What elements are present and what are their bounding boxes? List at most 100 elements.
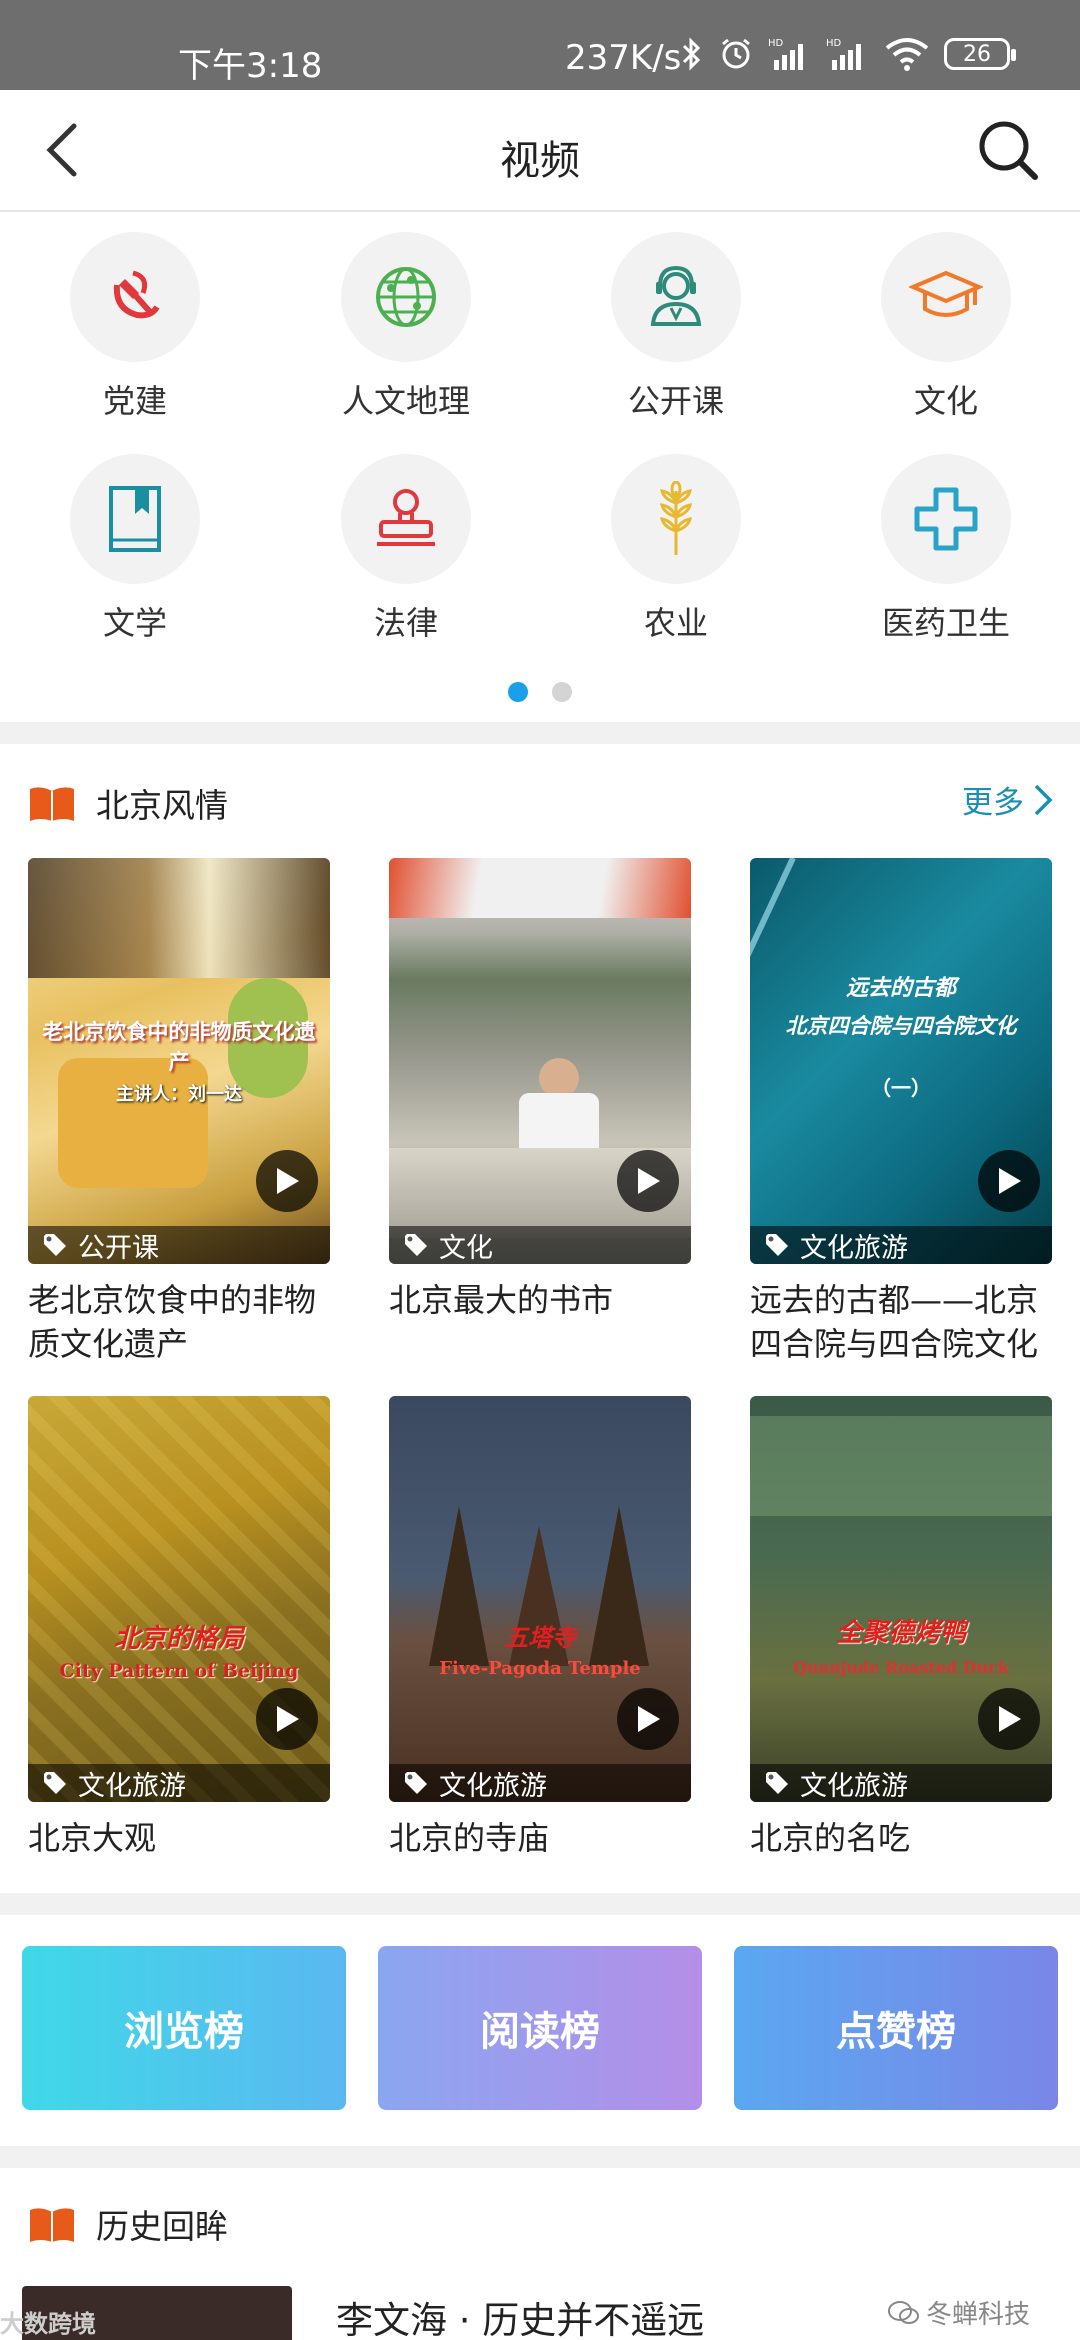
category-gongkaike[interactable]: 公开课 [576, 232, 776, 422]
svg-text:HD: HD [768, 38, 784, 49]
section-title: 北京风情 [96, 786, 228, 825]
bluetooth-icon [682, 37, 701, 71]
battery-indicator: 26 [944, 38, 1016, 70]
category-icon-bg [70, 454, 200, 584]
status-time: 下午3:18 [178, 46, 323, 86]
book-icon [30, 2208, 74, 2242]
tag-label: 文化旅游 [800, 1770, 908, 1802]
video-thumbnail[interactable]: 全聚德烤鸭 Quanjude Roasted Duck 文化旅游 [750, 1396, 1052, 1802]
video-title[interactable]: 北京的名吃 [750, 1816, 1052, 1860]
graduation-cap-icon [909, 270, 983, 317]
bookmark-book-icon [109, 486, 161, 552]
pager-dot-1[interactable] [508, 682, 528, 702]
globe-icon [376, 267, 436, 327]
pager-dots [0, 682, 1080, 702]
video-thumbnail[interactable]: 远去的古都 北京四合院与四合院文化 （一） 文化旅游 [750, 858, 1052, 1264]
category-label: 文化 [913, 382, 978, 420]
play-button[interactable] [617, 1688, 679, 1750]
thumb-caption-2: Five-Pagoda Temple [439, 1658, 641, 1679]
tag-bar: 文化旅游 [750, 1226, 1052, 1264]
category-label: 党建 [102, 382, 167, 420]
video-title[interactable]: 北京最大的书市 [389, 1278, 691, 1322]
stamp-icon [377, 489, 435, 546]
signal-hd-icon-2: HD [826, 38, 861, 70]
video-title[interactable]: 老北京饮食中的非物质文化遗产 [28, 1278, 330, 1366]
category-wenhua[interactable]: 文化 [846, 232, 1046, 422]
wifi-icon [885, 38, 929, 71]
video-thumbnail[interactable]: 老北京饮食中的非物质文化遗产 主讲人：刘一达 公开课 [28, 858, 330, 1264]
video-card[interactable]: 全聚德烤鸭 Quanjude Roasted Duck 文化旅游 北京的名吃 [750, 1396, 1052, 1860]
thumb-caption: 远去的古都 [845, 975, 956, 1001]
book-icon [30, 787, 74, 821]
thumb-caption-2: City Pattern of Beijing [59, 1660, 299, 1682]
video-title[interactable]: 北京的寺庙 [389, 1816, 691, 1860]
play-button[interactable] [256, 1150, 318, 1212]
video-card[interactable]: 北京的格局 City Pattern of Beijing 文化旅游 北京大观 [28, 1396, 330, 1860]
category-renwendili[interactable]: 人文地理 [306, 232, 506, 422]
hammer-sickle-icon [113, 270, 160, 319]
video-card[interactable]: 五塔寺 Five-Pagoda Temple 文化旅游 北京的寺庙 [389, 1396, 691, 1860]
tag-icon [405, 1772, 427, 1794]
category-icon-bg [611, 454, 741, 584]
battery-level: 26 [963, 41, 991, 67]
watermark-right-text: 冬蝉科技 [926, 2300, 1031, 2330]
category-icon-bg [341, 454, 471, 584]
play-button[interactable] [978, 1150, 1040, 1212]
rank-label: 点赞榜 [836, 2009, 956, 2055]
video-card[interactable]: 文化 北京最大的书市 [389, 858, 691, 1322]
play-icon [277, 1168, 299, 1194]
video-title[interactable]: 远去的古都——北京四合院与四合院文化 [750, 1278, 1052, 1366]
pager-dot-2[interactable] [552, 682, 572, 702]
video-thumbnail[interactable]: 文化 [389, 858, 691, 1264]
video-card[interactable]: 远去的古都 北京四合院与四合院文化 （一） 文化旅游 远去的古都——北京四合院与… [750, 858, 1052, 1366]
tag-label: 文化旅游 [800, 1232, 908, 1264]
category-falv[interactable]: 法律 [306, 454, 506, 644]
thumb-caption: 北京的格局 [113, 1624, 244, 1654]
rank-read-button[interactable]: 阅读榜 [378, 1946, 702, 2110]
status-bar: 下午3:18 237K/s HD HD 26 [0, 0, 1080, 90]
video-title[interactable]: 北京大观 [28, 1816, 330, 1860]
thumb-caption: 五塔寺 [504, 1623, 576, 1652]
tag-icon [44, 1234, 66, 1256]
play-icon [638, 1706, 660, 1732]
rank-like-button[interactable]: 点赞榜 [734, 1946, 1058, 2110]
search-icon[interactable] [975, 117, 1041, 183]
category-label: 人文地理 [341, 382, 470, 420]
category-label: 文学 [102, 604, 167, 642]
rank-label: 浏览榜 [124, 2009, 244, 2055]
status-icons: HD HD 26 [680, 36, 1016, 72]
wechat-icon [888, 2300, 919, 2324]
medical-cross-icon [914, 487, 978, 551]
section-divider [0, 2146, 1080, 2168]
play-button[interactable] [978, 1688, 1040, 1750]
tag-label: 文化旅游 [78, 1770, 186, 1802]
play-button[interactable] [617, 1150, 679, 1212]
headset-teacher-icon [650, 265, 702, 326]
category-icon-bg [341, 232, 471, 362]
tag-icon [766, 1772, 788, 1794]
category-wenxue[interactable]: 文学 [35, 454, 235, 644]
tag-icon [766, 1234, 788, 1256]
tag-bar: 文化旅游 [28, 1764, 330, 1802]
page-title: 视频 [500, 138, 580, 184]
video-thumbnail[interactable]: 北京的格局 City Pattern of Beijing 文化旅游 [28, 1396, 330, 1802]
category-label: 法律 [373, 604, 438, 642]
signal-hd-icon: HD [768, 38, 803, 70]
category-nongye[interactable]: 农业 [576, 454, 776, 644]
thumb-caption-2: 主讲人：刘一达 [116, 1084, 242, 1105]
category-grid: 党建 人文地理 公开课 文化 文学 法律 农业 医药卫生 [0, 212, 1080, 722]
watermark-left: 大数跨境 [0, 2304, 96, 2339]
more-link[interactable]: 更多 [962, 777, 1054, 822]
svg-text:HD: HD [826, 38, 842, 49]
tag-bar: 文化旅游 [750, 1764, 1052, 1802]
category-dangjian[interactable]: 党建 [35, 232, 235, 422]
history-item-title[interactable]: 李文海 · 历史并不遥远 [336, 2290, 704, 2340]
play-button[interactable] [256, 1688, 318, 1750]
video-card[interactable]: 老北京饮食中的非物质文化遗产 主讲人：刘一达 公开课 老北京饮食中的非物质文化遗… [28, 858, 330, 1366]
rank-browse-button[interactable]: 浏览榜 [22, 1946, 346, 2110]
play-icon [277, 1706, 299, 1732]
video-thumbnail[interactable]: 五塔寺 Five-Pagoda Temple 文化旅游 [389, 1396, 691, 1802]
tag-label: 公开课 [78, 1232, 159, 1264]
category-yiyaoweisheng[interactable]: 医药卫生 [846, 454, 1046, 644]
play-icon [999, 1168, 1021, 1194]
